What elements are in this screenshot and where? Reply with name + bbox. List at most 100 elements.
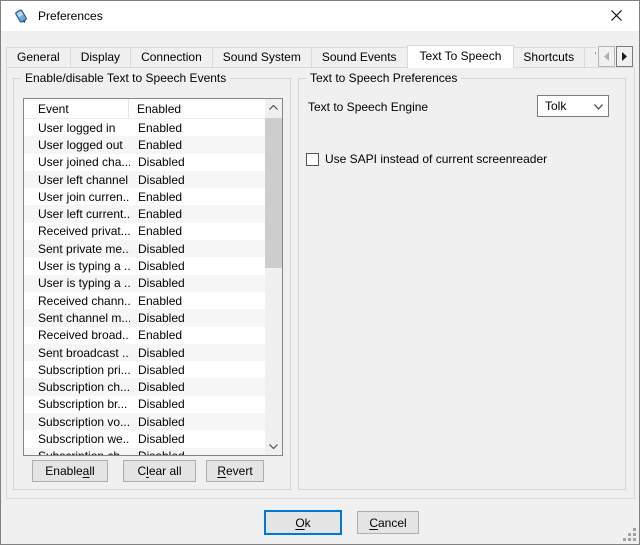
- event-name-cell: Received privat...: [24, 224, 130, 238]
- events-list-header[interactable]: Event Enabled: [24, 99, 265, 119]
- event-row[interactable]: Subscription br...Disabled: [24, 396, 265, 413]
- tab-shortcuts[interactable]: Shortcuts: [513, 47, 585, 68]
- tts-engine-select[interactable]: Tolk: [537, 95, 609, 117]
- event-row[interactable]: Subscription ch...Disabled: [24, 448, 265, 455]
- event-status-cell: Enabled: [130, 328, 182, 342]
- event-status-cell: Disabled: [130, 346, 185, 360]
- event-row[interactable]: Subscription we...Disabled: [24, 430, 265, 447]
- close-button[interactable]: [594, 1, 639, 30]
- tab-connection[interactable]: Connection: [131, 47, 213, 68]
- event-name-cell: Received chann...: [24, 294, 130, 308]
- events-list-scrollbar[interactable]: [265, 99, 282, 455]
- event-status-cell: Enabled: [130, 190, 182, 204]
- event-name-cell: Subscription ch...: [24, 449, 130, 455]
- scrollbar-thumb[interactable]: [265, 118, 282, 268]
- tab-display[interactable]: Display: [71, 47, 131, 68]
- event-name-cell: Sent broadcast ...: [24, 346, 130, 360]
- event-status-cell: Disabled: [130, 363, 185, 377]
- tab-scroll-left-button[interactable]: [598, 46, 615, 67]
- event-row[interactable]: User is typing a ...Disabled: [24, 275, 265, 292]
- event-status-cell: Disabled: [130, 173, 185, 187]
- event-row[interactable]: User left channelDisabled: [24, 171, 265, 188]
- event-status-cell: Enabled: [130, 138, 182, 152]
- tab-scroll-right-button[interactable]: [616, 46, 633, 67]
- event-name-cell: User join curren...: [24, 190, 130, 204]
- event-row[interactable]: User logged outEnabled: [24, 136, 265, 153]
- resize-grip[interactable]: [623, 528, 636, 541]
- close-icon: [611, 10, 622, 21]
- text-to-speech-tab-panel: Enable/disable Text to Speech Events Eve…: [6, 67, 635, 499]
- event-row[interactable]: User left current...Enabled: [24, 205, 265, 222]
- event-row[interactable]: Subscription vo...Disabled: [24, 413, 265, 430]
- event-row[interactable]: User logged inEnabled: [24, 119, 265, 136]
- event-status-cell: Disabled: [130, 259, 185, 273]
- event-row[interactable]: Sent broadcast ...Disabled: [24, 344, 265, 361]
- event-name-cell: User is typing a ...: [24, 276, 130, 290]
- event-name-cell: Sent private me...: [24, 242, 130, 256]
- tts-engine-label: Text to Speech Engine: [308, 100, 428, 114]
- event-name-cell: Sent channel m...: [24, 311, 130, 325]
- event-row[interactable]: User join curren...Enabled: [24, 188, 265, 205]
- event-name-cell: Subscription ch...: [24, 380, 130, 394]
- clear-all-button[interactable]: Clear all: [123, 460, 196, 482]
- event-status-cell: Disabled: [130, 415, 185, 429]
- event-row[interactable]: Sent private me...Disabled: [24, 240, 265, 257]
- tts-preferences-group: Text to Speech Preferences Text to Speec…: [298, 78, 626, 490]
- event-row[interactable]: Received broad...Enabled: [24, 327, 265, 344]
- event-name-cell: Subscription br...: [24, 397, 130, 411]
- tab-video[interactable]: Video: [585, 47, 596, 68]
- sapi-checkbox-label: Use SAPI instead of current screenreader: [325, 152, 547, 166]
- event-status-cell: Enabled: [130, 224, 182, 238]
- event-status-cell: Disabled: [130, 449, 185, 455]
- event-name-cell: User logged out: [24, 138, 130, 152]
- event-row[interactable]: User joined cha...Disabled: [24, 154, 265, 171]
- event-status-cell: Disabled: [130, 276, 185, 290]
- arrow-right-icon: [621, 52, 628, 61]
- tts-engine-value: Tolk: [545, 99, 566, 113]
- tab-general[interactable]: General: [6, 47, 71, 68]
- sapi-checkbox-row[interactable]: Use SAPI instead of current screenreader: [306, 152, 547, 166]
- event-status-cell: Disabled: [130, 242, 185, 256]
- ok-button[interactable]: Ok: [264, 510, 342, 535]
- tts-events-list[interactable]: Event Enabled User logged inEnabledUser …: [23, 98, 283, 456]
- event-status-cell: Enabled: [130, 207, 182, 221]
- titlebar[interactable]: Preferences: [1, 1, 639, 31]
- column-header-event[interactable]: Event: [24, 99, 129, 118]
- event-name-cell: Subscription pri...: [24, 363, 130, 377]
- event-name-cell: User is typing a ...: [24, 259, 130, 273]
- window-title: Preferences: [38, 9, 103, 23]
- event-row[interactable]: Received chann...Enabled: [24, 292, 265, 309]
- event-name-cell: User left current...: [24, 207, 130, 221]
- event-status-cell: Disabled: [130, 380, 185, 394]
- event-row[interactable]: Received privat...Enabled: [24, 223, 265, 240]
- event-name-cell: User joined cha...: [24, 155, 130, 169]
- event-status-cell: Disabled: [130, 311, 185, 325]
- cancel-button[interactable]: Cancel: [357, 511, 419, 534]
- tts-events-group-title: Enable/disable Text to Speech Events: [21, 71, 230, 85]
- scrollbar-down-icon[interactable]: [265, 438, 282, 455]
- tab-sound-system[interactable]: Sound System: [213, 47, 312, 68]
- event-row[interactable]: Subscription pri...Disabled: [24, 361, 265, 378]
- revert-button[interactable]: Revert: [206, 460, 264, 482]
- sapi-checkbox[interactable]: [306, 153, 319, 166]
- tab-scroll-buttons: [597, 46, 633, 67]
- event-name-cell: User left channel: [24, 173, 130, 187]
- event-status-cell: Disabled: [130, 432, 185, 446]
- event-row[interactable]: Subscription ch...Disabled: [24, 378, 265, 395]
- event-status-cell: Disabled: [130, 155, 185, 169]
- enable-all-button[interactable]: Enable all: [32, 460, 108, 482]
- event-row[interactable]: Sent channel m...Disabled: [24, 309, 265, 326]
- events-list-rows: User logged inEnabledUser logged outEnab…: [24, 119, 265, 455]
- event-name-cell: Subscription we...: [24, 432, 130, 446]
- tab-bar: GeneralDisplayConnectionSound SystemSoun…: [6, 45, 596, 68]
- tab-sound-events[interactable]: Sound Events: [312, 47, 408, 68]
- event-name-cell: Subscription vo...: [24, 415, 130, 429]
- column-header-enabled[interactable]: Enabled: [129, 99, 265, 118]
- scrollbar-up-icon[interactable]: [265, 99, 282, 116]
- event-name-cell: User logged in: [24, 121, 130, 135]
- chevron-down-icon: [594, 104, 603, 110]
- tab-text-to-speech[interactable]: Text To Speech: [407, 45, 515, 68]
- arrow-left-icon: [603, 52, 610, 61]
- event-status-cell: Enabled: [130, 294, 182, 308]
- event-row[interactable]: User is typing a ...Disabled: [24, 257, 265, 274]
